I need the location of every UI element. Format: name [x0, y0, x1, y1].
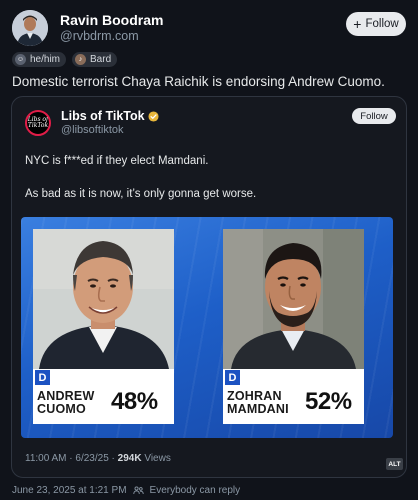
alt-text-badge[interactable]: ALT [386, 458, 403, 470]
views-label: Views [141, 453, 171, 464]
party-badge: D [225, 370, 240, 385]
bard-icon: ♪ [75, 54, 87, 65]
badge-label: Bard [90, 54, 112, 65]
badge-label: he/him [30, 54, 61, 65]
cuomo-photo [33, 229, 174, 369]
follow-button-label: Follow [365, 18, 399, 30]
quoted-post-meta: 11:00 AM · 6/23/25 · 294K Views [25, 453, 171, 464]
badge-bard[interactable]: ♪ Bard [72, 52, 118, 67]
quoted-author-avatar[interactable]: Libs of TikTok [25, 110, 51, 136]
candidate-name: ZOHRAN MAMDANI [227, 389, 289, 416]
quoted-text-line-2: As bad as it is now, it’s only gonna get… [25, 188, 257, 200]
party-badge: D [35, 370, 50, 385]
quoted-post-timestamp[interactable]: 11:00 AM · 6/23/25 · [25, 453, 118, 464]
quoted-author-handle[interactable]: @libsoftiktok [61, 124, 124, 136]
reply-audience[interactable]: Everybody can reply [150, 485, 241, 496]
quoted-author-name-row[interactable]: Libs of TikTok [61, 109, 159, 123]
people-icon [132, 486, 144, 495]
author-name[interactable]: Ravin Boodram [60, 12, 163, 28]
candidate-card-mamdani: D ZOHRAN MAMDANI 52% [223, 229, 364, 424]
libs-of-tiktok-logo: Libs of TikTok [27, 116, 49, 129]
mamdani-portrait [223, 229, 364, 369]
post-header: Ravin Boodram @rvbdrm.com + Follow [12, 10, 406, 46]
candidate-card-cuomo: D ANDREW CUOMO 48% [33, 229, 174, 424]
profile-badges: ☺ he/him ♪ Bard [12, 52, 118, 67]
views-count: 294K [117, 453, 142, 464]
plus-icon: + [353, 16, 362, 32]
avatar-photo [12, 10, 48, 46]
poll-image[interactable]: D ANDREW CUOMO 48% D ZOHRAN MAMDANI 52% [21, 217, 393, 438]
badge-pronouns[interactable]: ☺ he/him [12, 52, 67, 67]
quoted-post[interactable]: Libs of TikTok Libs of TikTok @libsoftik… [11, 96, 407, 478]
author-avatar[interactable] [12, 10, 48, 46]
pronoun-icon: ☺ [15, 54, 26, 65]
author-handle[interactable]: @rvbdrm.com [60, 29, 139, 43]
post-timestamp[interactable]: June 23, 2025 at 1:21 PM [12, 485, 127, 496]
mamdani-photo [223, 229, 364, 369]
follow-button[interactable]: + Follow [346, 12, 406, 36]
quoted-author-name: Libs of TikTok [61, 109, 145, 123]
candidate-name: ANDREW CUOMO [37, 389, 95, 416]
candidate-percent: 48% [111, 388, 158, 415]
quoted-text-line-1: NYC is f***ed if they elect Mamdani. [25, 155, 209, 167]
post-text: Domestic terrorist Chaya Raichik is endo… [12, 74, 385, 89]
candidate-percent: 52% [305, 388, 352, 415]
quoted-follow-button[interactable]: Follow [352, 108, 396, 124]
post-footer: June 23, 2025 at 1:21 PM Everybody can r… [12, 485, 240, 496]
cuomo-portrait [33, 229, 174, 369]
verified-icon [148, 110, 159, 122]
